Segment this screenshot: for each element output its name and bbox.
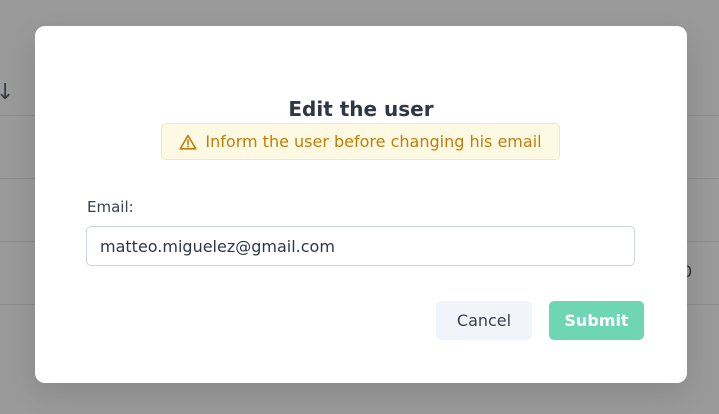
warning-triangle-icon xyxy=(179,134,198,150)
warning-text: Inform the user before changing his emai… xyxy=(205,132,542,151)
edit-user-modal: Edit the user Inform the user before cha… xyxy=(35,26,687,383)
modal-title: Edit the user xyxy=(288,97,434,121)
cancel-button[interactable]: Cancel xyxy=(436,301,532,340)
email-label: Email: xyxy=(87,198,134,216)
email-input[interactable] xyxy=(86,226,635,266)
warning-alert: Inform the user before changing his emai… xyxy=(161,123,560,160)
submit-button[interactable]: Submit xyxy=(549,301,644,340)
